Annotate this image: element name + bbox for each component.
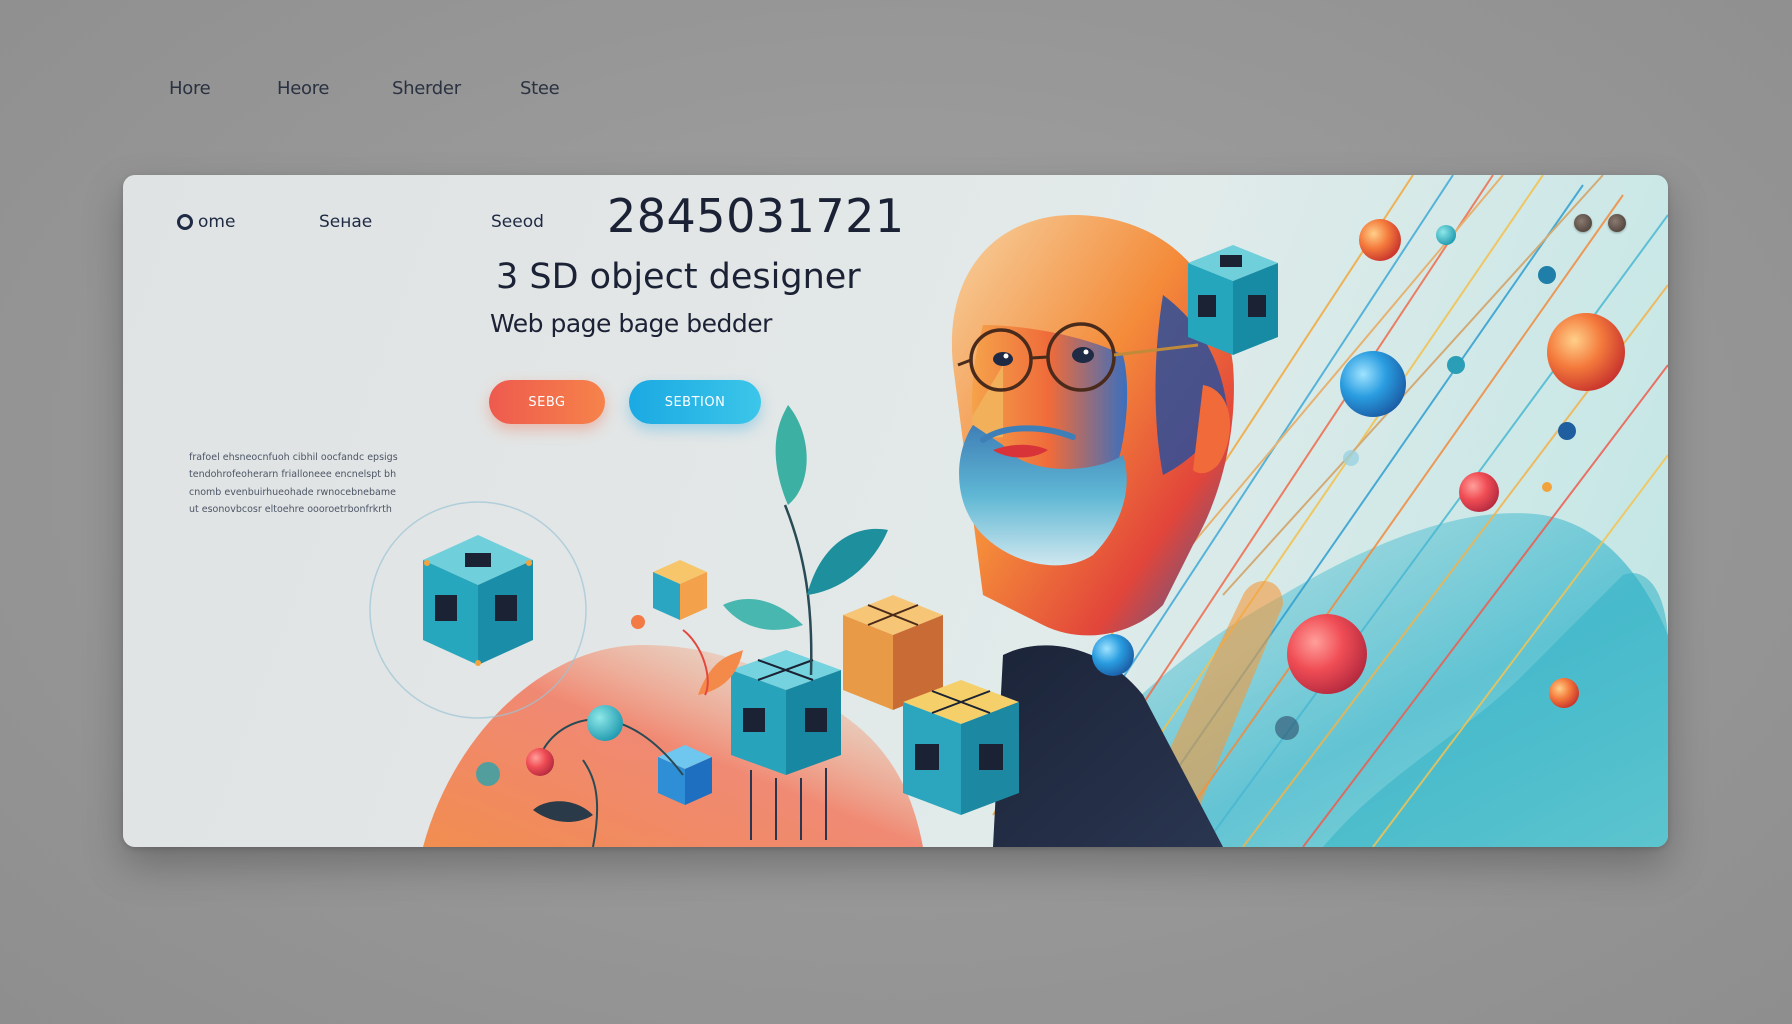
top-nav-item-4[interactable]: Stee — [520, 78, 560, 99]
card-nav-item-3[interactable]: Seeod — [491, 212, 544, 232]
top-nav-item-3[interactable]: Sherder — [392, 78, 461, 99]
circuit-cube-large — [423, 535, 533, 666]
primary-button[interactable]: SEBG — [489, 380, 605, 424]
window-dot-icon[interactable] — [1608, 214, 1626, 232]
top-nav: Hore Heore Sherder Stee — [0, 78, 640, 108]
secondary-button[interactable]: SEBTION — [629, 380, 761, 424]
hero-card: ome Seнae Seeod 2845031721 3 SD object d… — [123, 175, 1668, 847]
home-icon — [177, 214, 193, 230]
hero-title: 3 SD object designer — [496, 257, 861, 297]
circuit-cube-front — [903, 680, 1019, 815]
card-nav-item-2[interactable]: Seнae — [319, 212, 372, 232]
circuit-cube-top — [1188, 245, 1278, 355]
seed-number: 2845031721 — [607, 189, 905, 243]
body-text: frafoel ehsneocnfuoh cibhil oocfandc eps… — [189, 451, 398, 516]
cube-small-orange — [653, 560, 707, 620]
hero-subtitle: Web page bage bedder — [490, 309, 772, 338]
top-nav-item-2[interactable]: Heore — [277, 78, 330, 99]
window-dot-icon[interactable] — [1574, 214, 1592, 232]
top-nav-item-home[interactable]: Hore — [169, 78, 211, 99]
card-nav-home[interactable]: ome — [198, 212, 235, 232]
